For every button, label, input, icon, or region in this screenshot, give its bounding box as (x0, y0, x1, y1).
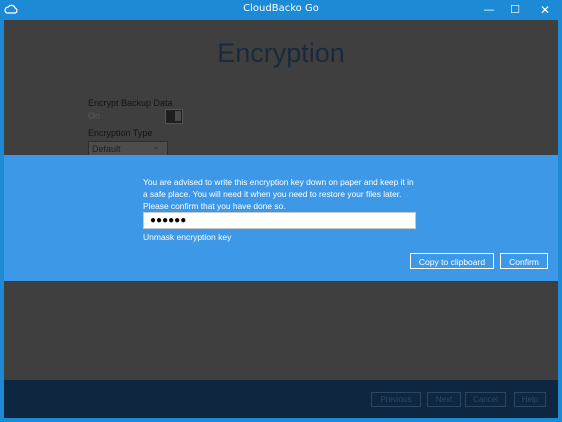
window-frame-right (558, 20, 562, 422)
minimize-button[interactable]: — (478, 0, 500, 20)
copy-to-clipboard-button[interactable]: Copy to clipboard (410, 253, 494, 269)
dialog-message: You are advised to write this encryption… (143, 176, 423, 212)
title-bar: CloudBacko Go — ☐ ✕ (0, 0, 562, 20)
page-title: Encryption (217, 38, 345, 68)
chevron-down-icon: ⌄ (152, 142, 160, 152)
dialog-message-line: a safe place. You will need it when you … (143, 189, 402, 199)
maximize-button[interactable]: ☐ (504, 0, 526, 20)
encryption-type-value: Default (92, 144, 121, 154)
dialog-message-line: You are advised to write this encryption… (143, 177, 414, 187)
next-button[interactable]: Next (427, 392, 461, 407)
help-button[interactable]: Help (514, 392, 546, 407)
cancel-button[interactable]: Cancel (465, 392, 506, 407)
encryption-key-field[interactable]: ●●●●●● (143, 212, 416, 229)
encrypt-state-label: On (88, 111, 101, 121)
close-button[interactable]: ✕ (530, 0, 560, 20)
encrypt-backup-label: Encrypt Backup Data (88, 98, 173, 108)
unmask-key-link[interactable]: Unmask encryption key (143, 232, 231, 242)
previous-button[interactable]: Previous (371, 392, 421, 407)
dialog-message-line: Please confirm that you have done so. (143, 201, 286, 211)
toggle-knob (175, 111, 181, 121)
encryption-type-label: Encryption Type (88, 128, 153, 138)
window-frame-bottom (0, 418, 562, 422)
confirm-button[interactable]: Confirm (500, 253, 548, 269)
